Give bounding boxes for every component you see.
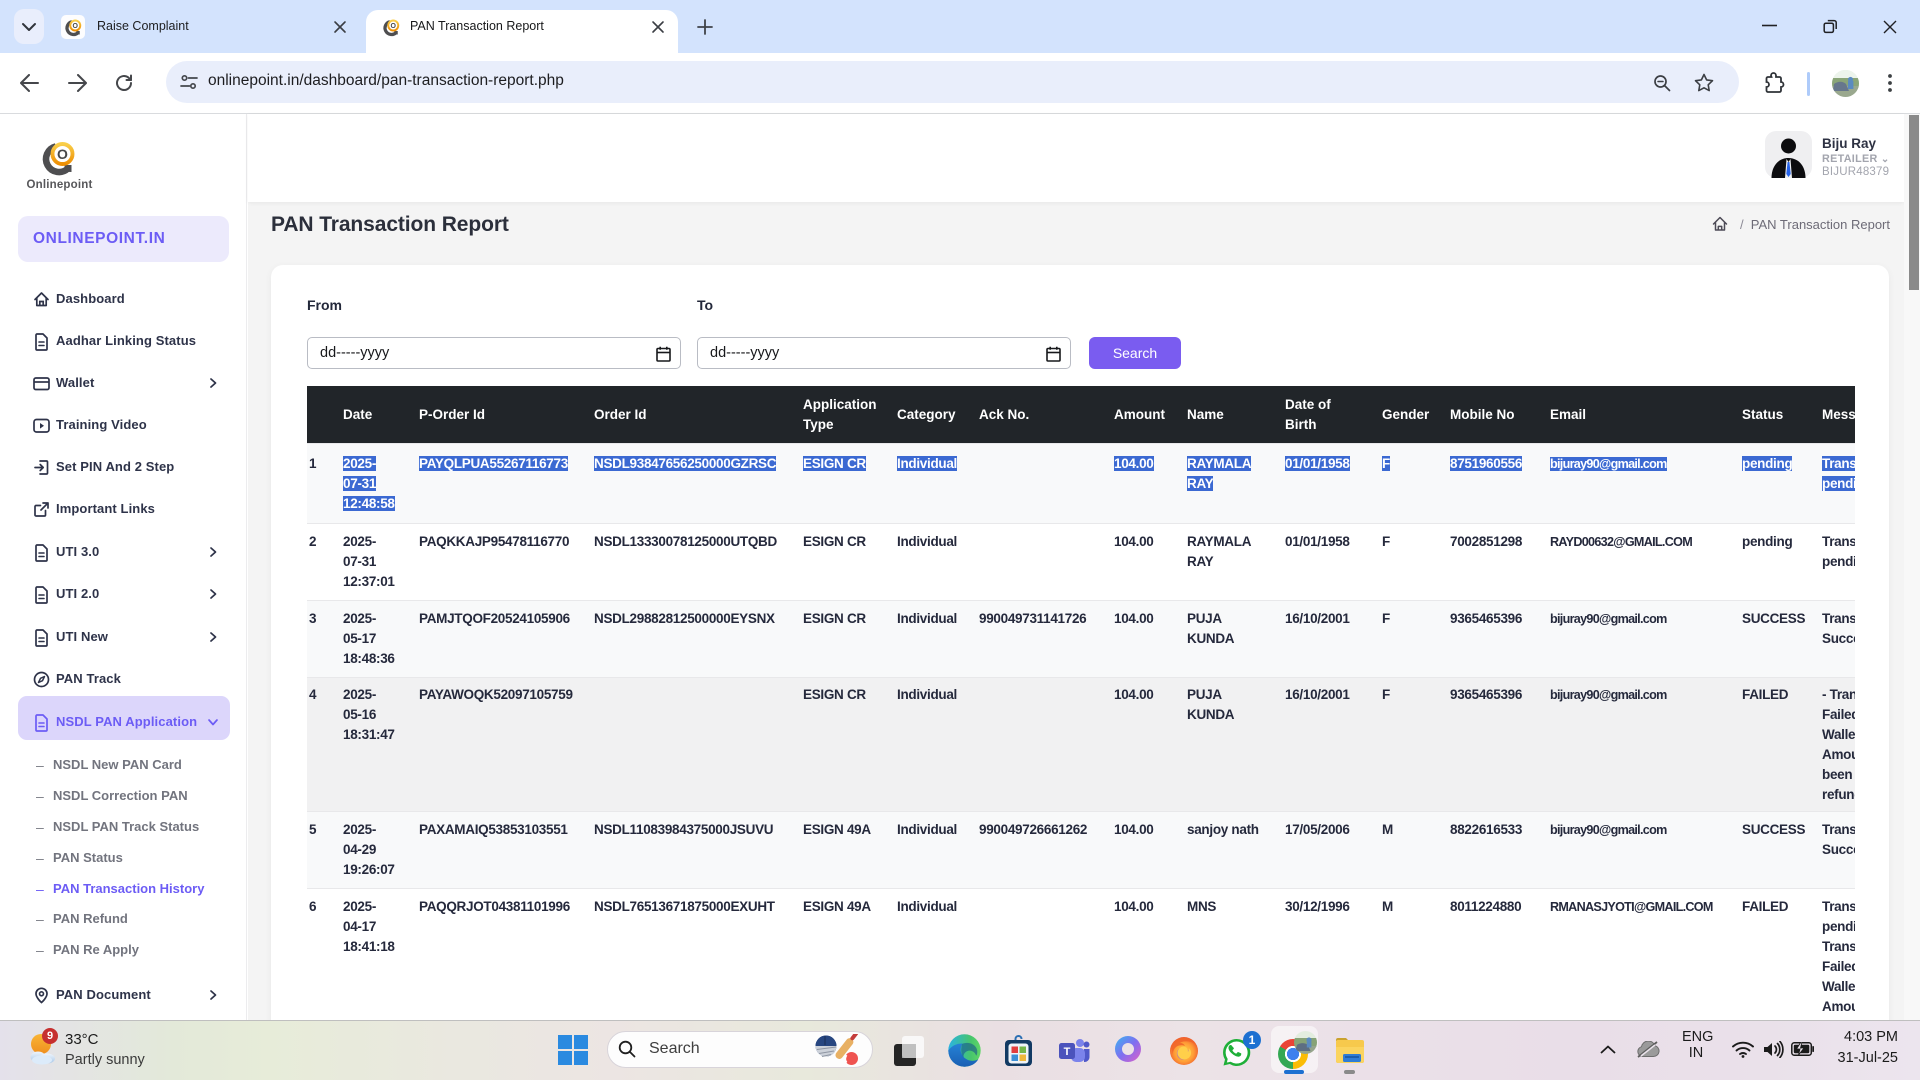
svg-text:T: T <box>1064 1046 1071 1058</box>
svg-text:O: O <box>57 146 68 162</box>
svg-text:O: O <box>73 23 79 30</box>
svg-text:O: O <box>391 23 397 30</box>
